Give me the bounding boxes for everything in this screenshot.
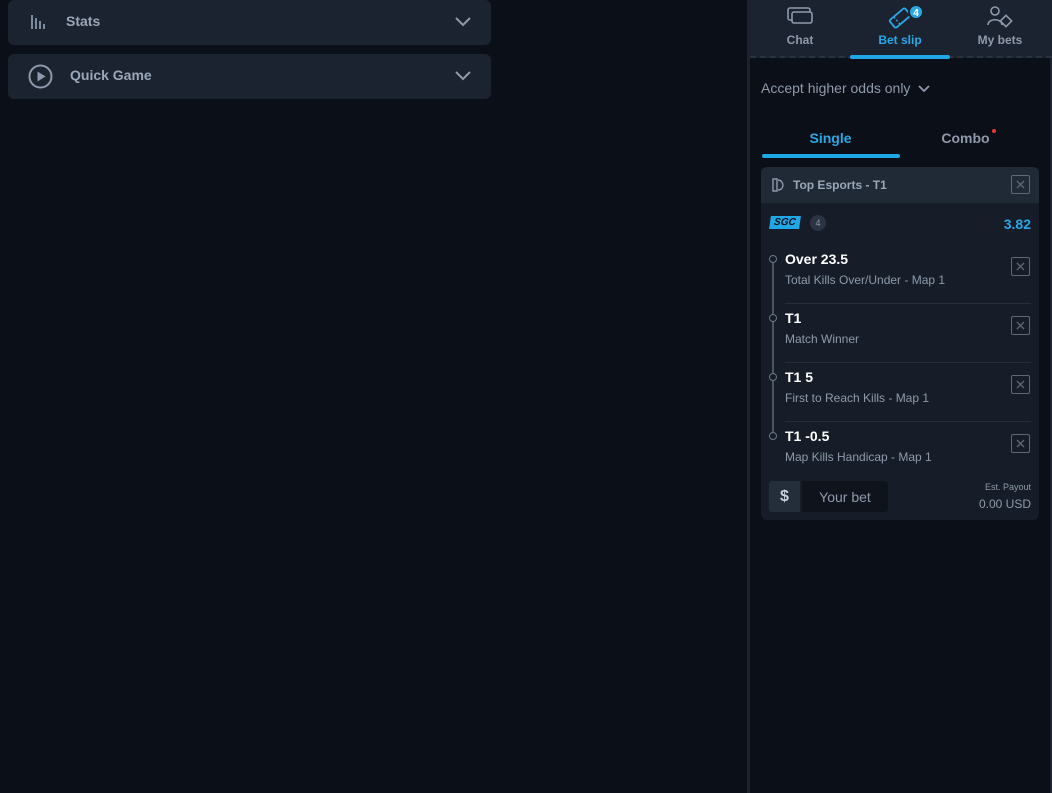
notification-dot (991, 129, 996, 133)
user-ticket-icon (985, 4, 1015, 35)
timeline-dot (769, 432, 777, 440)
remove-selection-button[interactable] (1011, 316, 1030, 335)
stake-input-group: $ Your bet (769, 481, 888, 512)
timeline-dot (769, 255, 777, 263)
remove-selection-button[interactable] (1011, 375, 1030, 394)
close-icon (1016, 376, 1025, 394)
market-name: Total Kills Over/Under - Map 1 (785, 273, 946, 287)
accept-odds-dropdown[interactable]: Accept higher odds only (761, 80, 931, 96)
bet-leg: T1 Match Winner (761, 304, 1039, 363)
game-logo-icon (771, 177, 787, 198)
tab-combo-label: Combo (941, 130, 990, 146)
bet-leg: T1 5 First to Reach Kills - Map 1 (761, 363, 1039, 422)
bet-amount-input[interactable]: Your bet (802, 481, 888, 512)
bet-card: Top Esports - T1 SGC 4 3.82 Over 23.5 To… (761, 167, 1039, 520)
chevron-down-icon (918, 80, 931, 96)
chevron-down-icon[interactable] (455, 14, 471, 32)
sgc-badge: SGC (769, 216, 801, 229)
tab-my-bets-label: My bets (977, 33, 1023, 47)
stats-accordion[interactable]: Stats (8, 0, 491, 45)
tab-bet-slip-label: Bet slip (878, 33, 922, 47)
timeline-dot (769, 373, 777, 381)
selection-name: T1 -0.5 (785, 428, 830, 444)
selection-name: Over 23.5 (785, 251, 849, 267)
market-name: First to Reach Kills - Map 1 (785, 391, 930, 405)
payout-label: Est. Payout (984, 482, 1031, 492)
bet-leg: T1 -0.5 Map Kills Handicap - Map 1 (761, 422, 1039, 481)
stats-label: Stats (66, 13, 101, 29)
legs-count: 4 (810, 215, 826, 231)
selection-name: T1 5 (785, 369, 814, 385)
tab-chat-label: Chat (786, 33, 814, 47)
close-icon (1016, 435, 1025, 453)
selection-name: T1 (785, 310, 802, 326)
close-icon (1016, 176, 1025, 194)
bet-leg: Over 23.5 Total Kills Over/Under - Map 1 (761, 245, 1039, 304)
tab-combo[interactable]: Combo (900, 129, 1037, 146)
bet-card-header: Top Esports - T1 (761, 167, 1039, 203)
remove-selection-button[interactable] (1011, 434, 1030, 453)
quick-game-accordion[interactable]: Quick Game (8, 54, 491, 99)
payout-value: 0.00 USD (978, 497, 1031, 511)
stats-bars-icon (30, 13, 48, 36)
market-name: Map Kills Handicap - Map 1 (785, 450, 932, 464)
timeline-dot (769, 314, 777, 322)
play-circle-icon (28, 64, 53, 94)
bet-count-badge: 4 (908, 4, 924, 20)
market-name: Match Winner (785, 332, 860, 346)
tab-chat[interactable]: Chat (750, 0, 850, 56)
accept-odds-label: Accept higher odds only (761, 80, 911, 96)
chat-icon (786, 4, 814, 33)
total-odds: 3.82 (1003, 216, 1031, 232)
tab-single[interactable]: Single (762, 130, 899, 146)
currency-symbol: $ (769, 481, 800, 512)
remove-match-button[interactable] (1011, 175, 1030, 194)
quick-game-label: Quick Game (70, 67, 152, 83)
close-icon (1016, 258, 1025, 276)
remove-selection-button[interactable] (1011, 257, 1030, 276)
tab-my-bets[interactable]: My bets (950, 0, 1050, 56)
active-tab-indicator (850, 55, 950, 59)
chevron-down-icon[interactable] (455, 68, 471, 86)
close-icon (1016, 317, 1025, 335)
bet-panel: Chat 4 Bet slip My bets Accept higher od… (750, 0, 1052, 793)
tab-bet-slip[interactable]: 4 Bet slip (850, 0, 950, 56)
match-title: Top Esports - T1 (793, 178, 887, 192)
panel-tabs: Chat 4 Bet slip My bets (750, 0, 1052, 59)
mode-tab-indicator (762, 154, 900, 158)
